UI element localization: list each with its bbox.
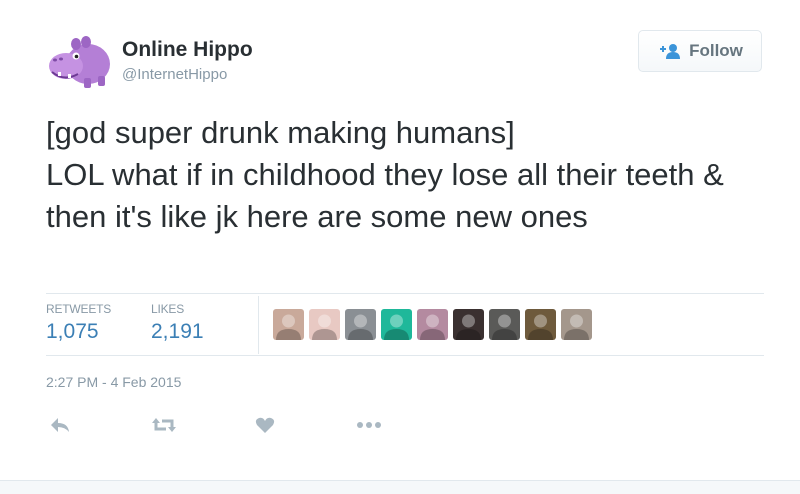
divider-bottom <box>46 355 764 356</box>
likes-label: LIKES <box>151 302 185 316</box>
retweets-count[interactable]: 1,075 <box>46 320 111 344</box>
retweets-stat[interactable]: RETWEETS 1,075 <box>46 302 111 344</box>
follow-button-label: Follow <box>689 41 743 60</box>
liker-avatar-8[interactable] <box>525 309 556 340</box>
screen-name[interactable]: @InternetHippo <box>122 66 227 83</box>
follow-button[interactable]: Follow <box>638 30 762 72</box>
liker-avatar-2[interactable] <box>309 309 340 340</box>
reply-icon[interactable] <box>46 414 74 436</box>
liker-avatar-4[interactable] <box>381 309 412 340</box>
tweet-text: [god super drunk making humans] LOL what… <box>46 115 724 234</box>
tweet-timestamp[interactable]: 2:27 PM - 4 Feb 2015 <box>46 374 181 390</box>
likes-stat[interactable]: LIKES 2,191 <box>151 302 204 344</box>
hippo-avatar-icon[interactable] <box>46 30 112 90</box>
liker-avatar-7[interactable] <box>489 309 520 340</box>
liker-avatar-6[interactable] <box>453 309 484 340</box>
divider-top <box>46 293 764 294</box>
stats-separator <box>258 296 259 354</box>
retweet-icon[interactable] <box>150 414 178 436</box>
liker-avatar-9[interactable] <box>561 309 592 340</box>
more-icon[interactable] <box>355 414 383 436</box>
likes-count[interactable]: 2,191 <box>151 320 204 344</box>
tweet-card: Online Hippo @InternetHippo Follow [god … <box>0 0 800 480</box>
liker-avatar-5[interactable] <box>417 309 448 340</box>
liker-avatar-1[interactable] <box>273 309 304 340</box>
like-icon[interactable] <box>251 414 279 436</box>
follow-person-plus-icon <box>657 43 681 59</box>
liker-avatar-3[interactable] <box>345 309 376 340</box>
bottom-strip <box>0 480 800 494</box>
display-name[interactable]: Online Hippo <box>122 38 253 62</box>
retweets-label: RETWEETS <box>46 302 112 316</box>
liker-avatars <box>273 309 592 340</box>
